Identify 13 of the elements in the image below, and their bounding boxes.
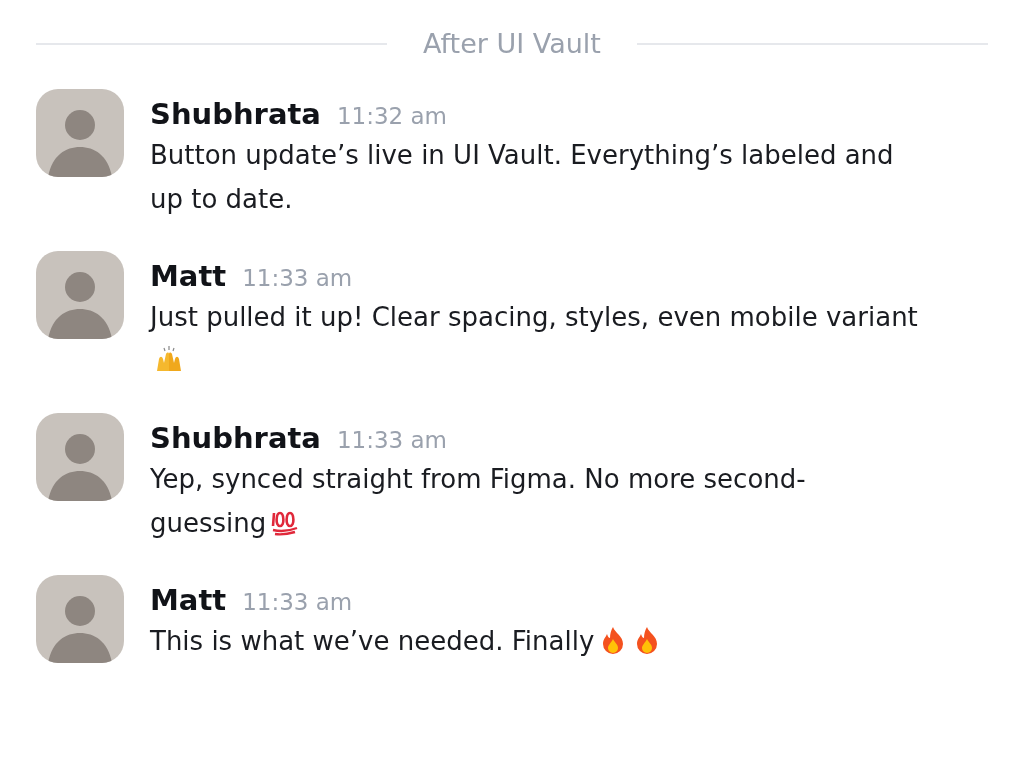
- author-name: Matt: [150, 259, 227, 293]
- message-text: This is what we’ve needed. Finally: [150, 619, 920, 663]
- message-text: Just pulled it up! Clear spacing, styles, even mobile variant: [150, 295, 920, 383]
- message-text: Button update’s live in UI Vault. Everything’s labeled and up to date.: [150, 139, 895, 216]
- author-name: Shubhrata: [150, 97, 321, 131]
- message-text: Yep, synced straight from Figma. No more second-guessing: [150, 463, 807, 540]
- message-time: 11:32 am: [336, 103, 447, 129]
- message-time: 11:33 am: [336, 427, 447, 453]
- divider-label: After UI Vault: [423, 28, 601, 59]
- message-time: 11:33 am: [242, 265, 353, 291]
- author-name: Shubhrata: [150, 421, 321, 455]
- author-name: Matt: [150, 583, 227, 617]
- message-time: 11:33 am: [242, 589, 353, 615]
